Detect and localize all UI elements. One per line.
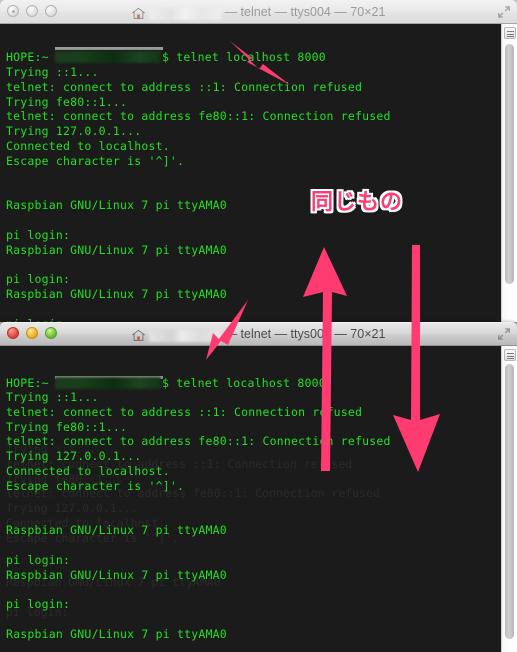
- redacted-username: [55, 377, 161, 389]
- minimize-button[interactable]: [26, 5, 38, 17]
- zoom-button[interactable]: [45, 5, 57, 17]
- titlebar-ttys004[interactable]: — telnet — ttys004 — 70×21: [0, 0, 517, 24]
- window-title-ttys003: — telnet — ttys003 — 70×21: [0, 323, 517, 345]
- scrollbar-menu-icon[interactable]: [504, 349, 516, 361]
- prompt-highlight-bar: [55, 47, 163, 50]
- window-title-text: — telnet — ttys003 — 70×21: [224, 327, 386, 341]
- prompt-line-ttys004: HOPE:~: [6, 50, 49, 64]
- redacted-username: [55, 51, 161, 63]
- terminal-body-ttys003[interactable]: Trying ::1... telnet: connect to address…: [0, 346, 517, 652]
- close-button[interactable]: [7, 5, 19, 17]
- scrollbar-thumb[interactable]: [505, 44, 514, 284]
- terminal-output-ttys003: Trying ::1... telnet: connect to address…: [6, 390, 391, 641]
- scrollbar-ttys003[interactable]: [501, 346, 517, 652]
- home-icon: [131, 7, 146, 20]
- terminal-window-ttys003[interactable]: — telnet — ttys003 — 70×21 Trying ::1...…: [0, 322, 517, 652]
- scrollbar-thumb[interactable]: [505, 364, 514, 639]
- scrollbar-ttys004[interactable]: [501, 24, 517, 322]
- minimize-button[interactable]: [26, 327, 38, 339]
- titlebar-ttys003[interactable]: — telnet — ttys003 — 70×21: [0, 322, 517, 346]
- redacted-path: [148, 330, 221, 342]
- redacted-path: [148, 8, 221, 20]
- window-title-ttys004: — telnet — ttys004 — 70×21: [0, 1, 517, 23]
- prompt-line-ttys003: HOPE:~: [6, 376, 49, 390]
- zoom-button[interactable]: [45, 327, 57, 339]
- terminal-body-ttys004[interactable]: HOPE:~ $ telnet localhost 8000 Trying ::…: [0, 24, 517, 322]
- scrollbar-menu-icon[interactable]: [504, 27, 516, 39]
- home-icon: [131, 329, 146, 342]
- terminal-window-ttys004[interactable]: — telnet — ttys004 — 70×21 HOPE:~ $ teln…: [0, 0, 517, 322]
- close-button[interactable]: [7, 327, 19, 339]
- fullscreen-icon[interactable]: [497, 327, 511, 341]
- screenshot-stage: — telnet — ttys004 — 70×21 HOPE:~ $ teln…: [0, 0, 517, 652]
- annotation-label-same: 同じもの: [311, 190, 404, 215]
- prompt-command-ttys003: $ telnet localhost 8000: [162, 376, 326, 390]
- window-title-text: — telnet — ttys004 — 70×21: [224, 5, 386, 19]
- window-controls-ttys003[interactable]: [7, 327, 57, 339]
- fullscreen-icon[interactable]: [497, 5, 511, 19]
- prompt-command-ttys004: $ telnet localhost 8000: [162, 50, 326, 64]
- window-controls-ttys004[interactable]: [7, 5, 57, 17]
